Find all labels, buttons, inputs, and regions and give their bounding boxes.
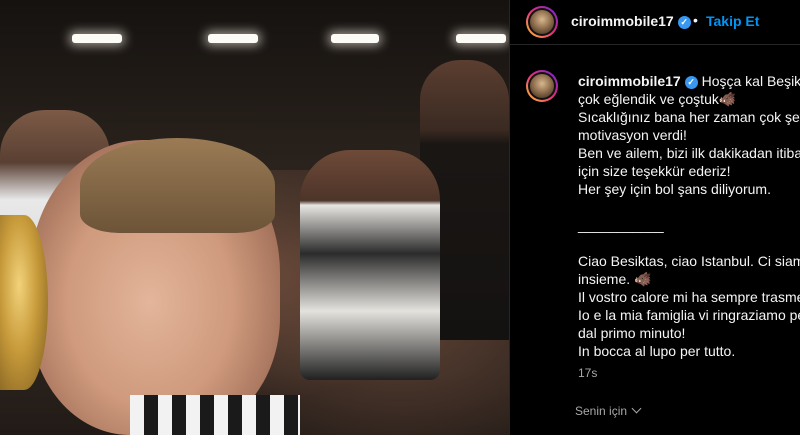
caption-line: motivasyon verdi! — [578, 127, 687, 143]
instagram-post-view: ciroimmobile17 ✓ • Takip Et ciroimmobile1… — [0, 0, 800, 435]
player-shirt — [130, 395, 300, 435]
header-separator: • — [693, 12, 698, 28]
stadium-light — [331, 34, 379, 43]
caption-line: In bocca al lupo per tutto. — [578, 343, 736, 359]
caption-text: ciroimmobile17✓ Hoşça kal Beşiktaş çok e… — [578, 72, 800, 360]
stadium-light — [208, 34, 258, 43]
caption-line: Ben ve ailem, bizi ilk dakikadan itibar — [578, 145, 800, 161]
caption-line: Il vostro calore mi ha sempre trasme — [578, 289, 800, 305]
caption-divider: ___________ — [578, 217, 664, 233]
caption-line: Hoşça kal Beşiktaş — [701, 73, 800, 89]
stadium-light — [456, 34, 506, 43]
chevron-down-icon — [631, 403, 642, 414]
author-avatar[interactable] — [526, 6, 558, 38]
post-header: ciroimmobile17 ✓ • Takip Et — [510, 0, 800, 45]
caption-line: Her şey için bol şans diliyorum. — [578, 181, 771, 197]
translation-toggle[interactable]: Senin için — [575, 403, 642, 418]
verified-badge-icon: ✓ — [684, 75, 698, 89]
caption-line: için size teşekkür ederiz! — [578, 163, 731, 179]
caption-line: dal primo minuto! — [578, 325, 686, 341]
author-username[interactable]: ciroimmobile17 ✓ — [571, 13, 691, 29]
post-photo[interactable] — [0, 0, 509, 435]
trophy — [0, 215, 48, 390]
caption-username[interactable]: ciroimmobile17 ✓ — [578, 73, 698, 89]
follow-button[interactable]: Takip Et — [706, 13, 759, 29]
caption-line: çok eğlendik ve çoştuk🐗 — [578, 91, 737, 107]
fan-figure — [300, 150, 440, 380]
caption-line: Io e la mia famiglia vi ringraziamo pe — [578, 307, 800, 323]
caption-line: Ciao Besiktas, ciao Istanbul. Ci siamo — [578, 253, 800, 269]
player-hair — [80, 138, 275, 233]
caption-line: insieme. 🐗 — [578, 271, 652, 287]
caption-line: Sıcaklığınız bana her zaman çok şey — [578, 109, 800, 125]
post-timestamp[interactable]: 17s — [578, 366, 597, 380]
caption-avatar[interactable] — [526, 70, 558, 102]
stadium-light — [72, 34, 122, 43]
verified-badge-icon: ✓ — [677, 15, 691, 29]
post-side-panel: ciroimmobile17 ✓ • Takip Et ciroimmobile1… — [509, 0, 800, 435]
translation-label: Senin için — [575, 404, 628, 418]
